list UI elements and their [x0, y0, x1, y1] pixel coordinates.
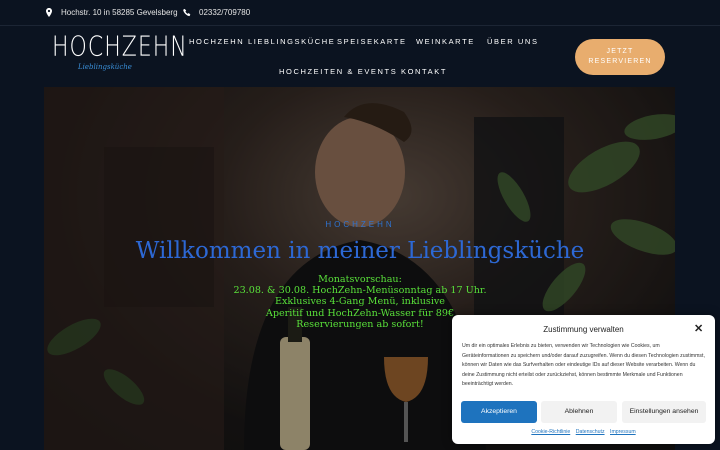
nav-item-weinkarte[interactable]: WEINKARTE — [416, 37, 475, 46]
consent-links: Cookie-Richtlinie Datenschutz Impressum — [452, 429, 715, 435]
map-pin-icon — [46, 8, 52, 17]
logo-wordmark: HOCHZEHN — [52, 31, 188, 63]
imprint-link[interactable]: Impressum — [610, 429, 636, 435]
hero-title: Willkommen in meiner Lieblingsküche — [135, 238, 585, 264]
hero-eyebrow: HOCHZEHN — [325, 220, 395, 229]
settings-button[interactable]: Einstellungen ansehen — [622, 401, 706, 423]
cookie-policy-link[interactable]: Cookie-Richtlinie — [531, 429, 570, 435]
nav-item-lieblingskueche[interactable]: HOCHZEHN LIEBLINGSKÜCHE — [189, 37, 335, 46]
cookie-consent-dialog: Zustimmung verwalten ✕ Um dir ein optima… — [452, 315, 715, 444]
hero-line: Aperitif und HochZehn-Wasser für 89€ — [265, 307, 455, 319]
phone-info[interactable]: 02332/709780 — [183, 8, 250, 17]
nav-item-hochzeiten-events[interactable]: HOCHZEITEN & EVENTS — [279, 67, 397, 76]
reserve-button-line2: RESERVIEREN — [588, 58, 652, 65]
hero-line: Monatsvorschau: — [318, 274, 402, 285]
nav-item-kontakt[interactable]: KONTAKT — [401, 67, 447, 76]
reserve-button-line1: JETZT — [606, 48, 634, 55]
reserve-button[interactable]: JETZT RESERVIEREN — [575, 39, 665, 75]
top-bar: Hochstr. 10 in 58285 Gevelsberg 02332/70… — [0, 0, 720, 26]
nav-item-speisekarte[interactable]: SPEISEKARTE — [337, 37, 407, 46]
accept-button[interactable]: Akzeptieren — [461, 401, 537, 423]
phone-icon — [183, 8, 191, 17]
deny-button[interactable]: Ablehnen — [541, 401, 617, 423]
hero-line: 23.08. & 30.08. HochZehn-Menüsonntag ab … — [233, 285, 487, 297]
phone-text[interactable]: 02332/709780 — [199, 8, 250, 17]
consent-body: Um dir ein optimales Erlebnis zu bieten,… — [462, 343, 705, 387]
hero-line: Reservierungen ab sofort! — [296, 318, 424, 330]
hero-announcement: Monatsvorschau: 23.08. & 30.08. HochZehn… — [230, 274, 490, 330]
address-text: Hochstr. 10 in 58285 Gevelsberg — [61, 8, 178, 17]
hero-line: Exklusives 4-Gang Menü, inklusive — [275, 296, 445, 308]
nav-item-ueber-uns[interactable]: ÜBER UNS — [487, 37, 539, 46]
logo[interactable]: HOCHZEHN Lieblingsküche — [52, 31, 188, 76]
logo-subtitle: Lieblingsküche — [78, 63, 132, 71]
address-info: Hochstr. 10 in 58285 Gevelsberg — [45, 8, 178, 17]
consent-title: Zustimmung verwalten — [543, 325, 624, 334]
privacy-link[interactable]: Datenschutz — [576, 429, 605, 435]
close-icon[interactable]: ✕ — [694, 322, 703, 335]
